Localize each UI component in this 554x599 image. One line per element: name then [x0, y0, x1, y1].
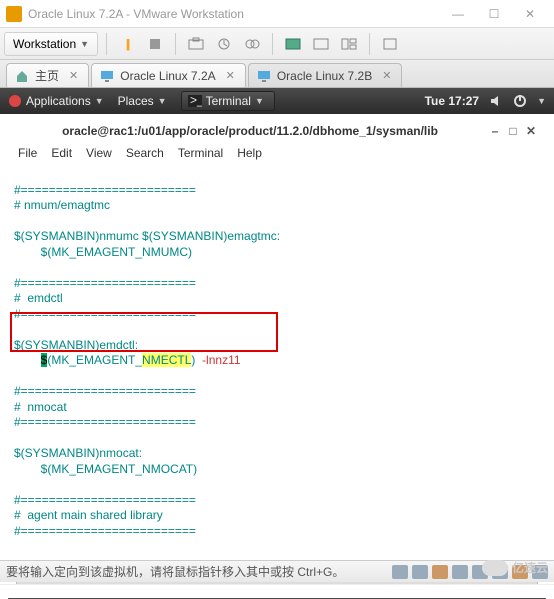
menu-edit[interactable]: Edit: [51, 146, 72, 160]
menu-search[interactable]: Search: [126, 146, 164, 160]
console-button[interactable]: [378, 32, 402, 56]
code-line: #=========================: [14, 276, 196, 290]
terminal-task[interactable]: >_ Terminal ▼: [181, 91, 275, 111]
minimize-button[interactable]: —: [440, 2, 476, 26]
search-highlight: NMECTL: [142, 353, 191, 367]
tab-home[interactable]: 主页 ✕: [6, 63, 89, 87]
places-menu[interactable]: Places ▼: [118, 94, 167, 108]
code-line: $(SYSMANBIN)nmocat:: [14, 446, 142, 460]
clock[interactable]: Tue 17:27: [425, 94, 479, 108]
terminal-window: oracle@rac1:/u01/app/oracle/product/11.2…: [8, 120, 546, 591]
terminal-icon: >_: [188, 95, 202, 107]
chevron-down-icon: ▼: [95, 96, 104, 106]
apps-icon: [8, 94, 22, 108]
unity-button[interactable]: [309, 32, 333, 56]
window-minimize-button[interactable]: –: [486, 123, 504, 139]
close-button[interactable]: ✕: [512, 2, 548, 26]
close-icon[interactable]: ✕: [226, 69, 235, 82]
chevron-down-icon: ▼: [255, 96, 264, 106]
snapshot-button[interactable]: [184, 32, 208, 56]
volume-icon[interactable]: [489, 94, 503, 108]
code-line: #=========================: [14, 384, 196, 398]
tab-vm-b-label: Oracle Linux 7.2B: [277, 69, 372, 83]
maximize-button[interactable]: ☐: [476, 2, 512, 26]
revert-button[interactable]: [212, 32, 236, 56]
tab-vm-b[interactable]: Oracle Linux 7.2B ✕: [248, 63, 403, 87]
window-maximize-button[interactable]: □: [504, 123, 522, 139]
tab-vm-a[interactable]: Oracle Linux 7.2A ✕: [91, 63, 246, 87]
chevron-down-icon: ▼: [158, 96, 167, 106]
svg-text:>_: >_: [190, 95, 202, 107]
separator: [369, 33, 370, 55]
terminal-titlebar: oracle@rac1:/u01/app/oracle/product/11.2…: [8, 120, 546, 142]
thumbnail-button[interactable]: [337, 32, 361, 56]
code-line: #=========================: [14, 524, 196, 538]
places-label: Places: [118, 94, 154, 108]
home-icon: [15, 69, 29, 83]
stop-button[interactable]: [143, 32, 167, 56]
fullscreen-button[interactable]: [281, 32, 305, 56]
code-line: # emdctl: [14, 291, 63, 305]
chevron-down-icon: ▼: [537, 96, 546, 106]
watermark-text: 亿速云: [512, 559, 548, 576]
vmware-status-text: 要将输入定向到该虚拟机，请将鼠标指针移入其中或按 Ctrl+G。: [6, 563, 392, 580]
menu-file[interactable]: File: [18, 146, 37, 160]
separator: [106, 33, 107, 55]
menu-terminal[interactable]: Terminal: [178, 146, 223, 160]
monitor-icon: [257, 69, 271, 83]
monitor-icon: [100, 69, 114, 83]
tab-vm-a-label: Oracle Linux 7.2A: [120, 69, 215, 83]
vm-tabs: 主页 ✕ Oracle Linux 7.2A ✕ Oracle Linux 7.…: [0, 60, 554, 88]
code-line: $(SYSMANBIN)nmumc $(SYSMANBIN)emagtmc:: [14, 229, 280, 243]
code-line: #=========================: [14, 183, 196, 197]
window-titlebar: Oracle Linux 7.2A - VMware Workstation —…: [0, 0, 554, 28]
chevron-down-icon: ▼: [80, 39, 89, 49]
workstation-label: Workstation: [13, 37, 76, 51]
terminal-label: Terminal: [206, 94, 251, 108]
device-hdd-icon[interactable]: [392, 565, 408, 579]
code-line: $(MK_EMAGENT_NMECTL) -lnnz11: [14, 353, 241, 367]
bottom-edge: [0, 584, 554, 598]
device-usb-icon[interactable]: [452, 565, 468, 579]
pause-button[interactable]: ||: [115, 32, 139, 56]
workstation-menu[interactable]: Workstation ▼: [4, 32, 98, 56]
code-line: #=========================: [14, 493, 196, 507]
applications-label: Applications: [26, 94, 91, 108]
applications-menu[interactable]: Applications ▼: [8, 94, 104, 108]
window-title: Oracle Linux 7.2A - VMware Workstation: [28, 7, 440, 21]
terminal-menubar: File Edit View Search Terminal Help: [8, 142, 546, 164]
tab-home-label: 主页: [35, 67, 59, 84]
code-line: # nmocat: [14, 400, 67, 414]
menu-help[interactable]: Help: [237, 146, 262, 160]
close-icon[interactable]: ✕: [69, 69, 78, 82]
code-line: $(MK_EMAGENT_NMOCAT): [14, 462, 197, 476]
window-close-button[interactable]: ✕: [522, 123, 540, 139]
vmware-status-bar: 要将输入定向到该虚拟机，请将鼠标指针移入其中或按 Ctrl+G。: [0, 560, 554, 582]
separator: [272, 33, 273, 55]
cloud-icon: [482, 560, 508, 576]
code-line: # nmum/emagtmc: [14, 198, 110, 212]
menu-view[interactable]: View: [86, 146, 112, 160]
power-icon[interactable]: [513, 94, 527, 108]
highlight-box: [10, 312, 278, 352]
code-line: # agent main shared library: [14, 508, 163, 522]
manage-button[interactable]: [240, 32, 264, 56]
terminal-title: oracle@rac1:/u01/app/oracle/product/11.2…: [14, 124, 486, 138]
gnome-panel: Applications ▼ Places ▼ >_ Terminal ▼ Tu…: [0, 88, 554, 114]
terminal-body[interactable]: #========================= # nmum/emagtm…: [8, 164, 546, 559]
device-net-icon[interactable]: [432, 565, 448, 579]
code-line: $(MK_EMAGENT_NMUMC): [14, 245, 192, 259]
code-line: #=========================: [14, 415, 196, 429]
device-cd-icon[interactable]: [412, 565, 428, 579]
close-icon[interactable]: ✕: [382, 69, 391, 82]
vmware-toolbar: Workstation ▼ ||: [0, 28, 554, 60]
separator: [175, 33, 176, 55]
app-icon: [6, 6, 22, 22]
watermark: 亿速云: [482, 559, 548, 576]
